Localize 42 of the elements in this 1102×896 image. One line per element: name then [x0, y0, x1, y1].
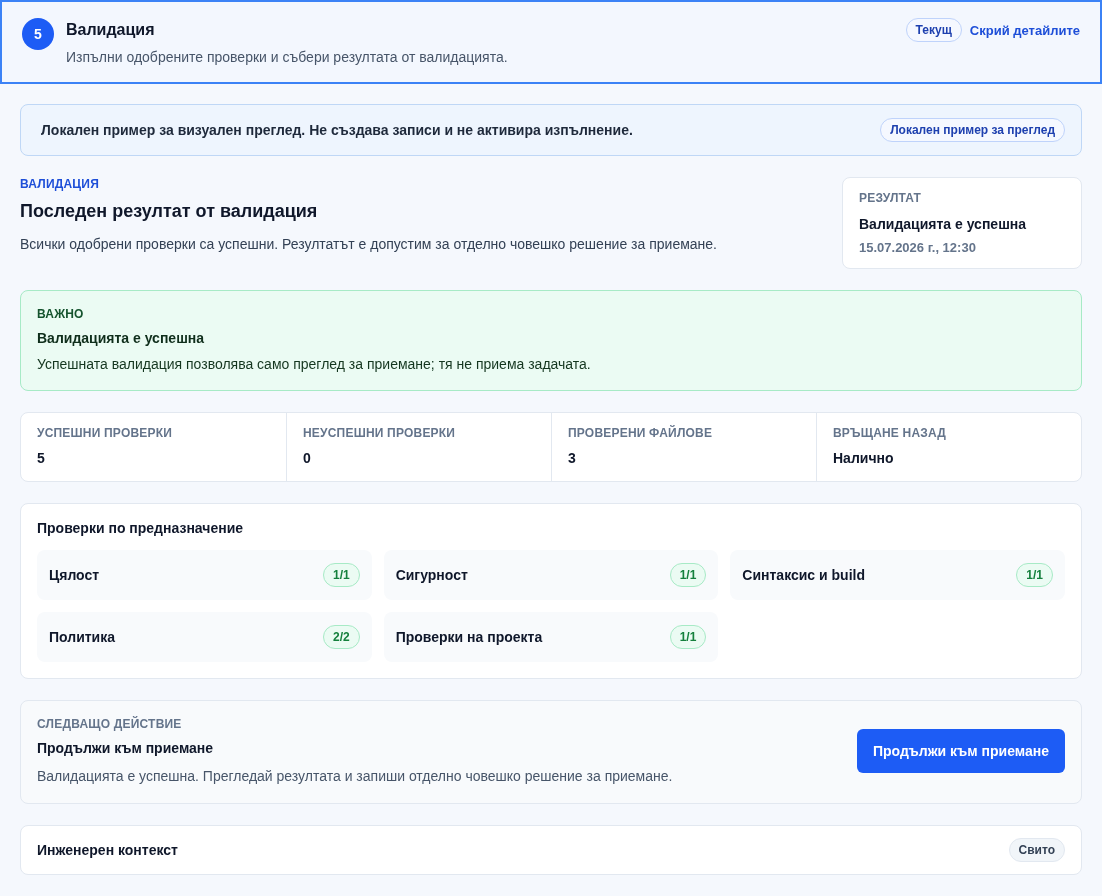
stat-value: Налично	[833, 450, 895, 466]
next-eyebrow: СЛЕДВАЩО ДЕЙСТВИЕ	[37, 717, 183, 731]
section-description: Всички одобрени проверки са успешни. Резултатът е допустим за отделно човешко решение за приемане.	[20, 236, 717, 252]
context-panel[interactable]: Инженерен контекст Свито	[20, 825, 1082, 875]
notice-text: Локален пример за визуален преглед. Не създава записи и не активира изпълнение.	[41, 122, 633, 138]
section-eyebrow: ВАЛИДАЦИЯ	[20, 177, 100, 191]
section-title: Последен резултат от валидация	[20, 201, 319, 222]
stat-label: ПРОВЕРЕНИ ФАЙЛОВЕ	[568, 426, 714, 440]
status-badge: Текущ	[905, 18, 962, 42]
context-title: Инженерен контекст	[37, 842, 178, 858]
alert-label: ВАЖНО	[37, 307, 85, 321]
stat-value: 3	[568, 450, 577, 466]
hide-details-link[interactable]: Скрий детайлите	[969, 22, 1080, 38]
stat-value: 0	[303, 450, 312, 466]
stat-label: НЕУСПЕШНИ ПРОВЕРКИ	[303, 426, 457, 440]
stat-label: УСПЕШНИ ПРОВЕРКИ	[37, 426, 174, 440]
step-title: Валидация	[66, 21, 156, 39]
check-name: Политика	[49, 629, 116, 645]
check-name: Синтаксис и build	[742, 567, 865, 583]
alert-title: Валидацията е успешна	[37, 330, 206, 346]
checks-title: Проверки по предназначение	[37, 520, 245, 536]
check-count: 1/1	[669, 563, 707, 587]
step-number: 5	[22, 18, 54, 50]
check-name: Цялост	[49, 567, 100, 583]
next-text: Валидацията е успешна. Прегледай резултата и запиши отделно човешко решение за приемане.	[37, 768, 673, 784]
check-count: 2/2	[322, 625, 360, 649]
stat-label: ВРЪЩАНЕ НАЗАД	[833, 426, 948, 440]
result-time: 15.07.2026 г., 12:30	[859, 240, 977, 255]
notice-badge: Локален пример за преглед	[880, 118, 1065, 142]
result-label: РЕЗУЛТАТ	[859, 191, 923, 205]
check-count: 1/1	[322, 563, 360, 587]
alert-text: Успешната валидация позволява само преглед за приемане; тя не приема задачата.	[37, 356, 592, 372]
check-name: Проверки на проекта	[395, 629, 543, 645]
proceed-button[interactable]: Продължи към приемане	[856, 728, 1065, 773]
check-name: Сигурност	[395, 567, 468, 583]
result-value: Валидацията е успешна	[859, 216, 1028, 232]
check-count: 1/1	[669, 625, 707, 649]
collapsed-badge: Свито	[1008, 838, 1065, 862]
check-count: 1/1	[1016, 563, 1053, 587]
step-subtitle: Изпълни одобрените проверки и събери резултата от валидацията.	[66, 49, 509, 65]
next-title: Продължи към приемане	[37, 740, 215, 756]
stat-value: 5	[37, 450, 46, 466]
